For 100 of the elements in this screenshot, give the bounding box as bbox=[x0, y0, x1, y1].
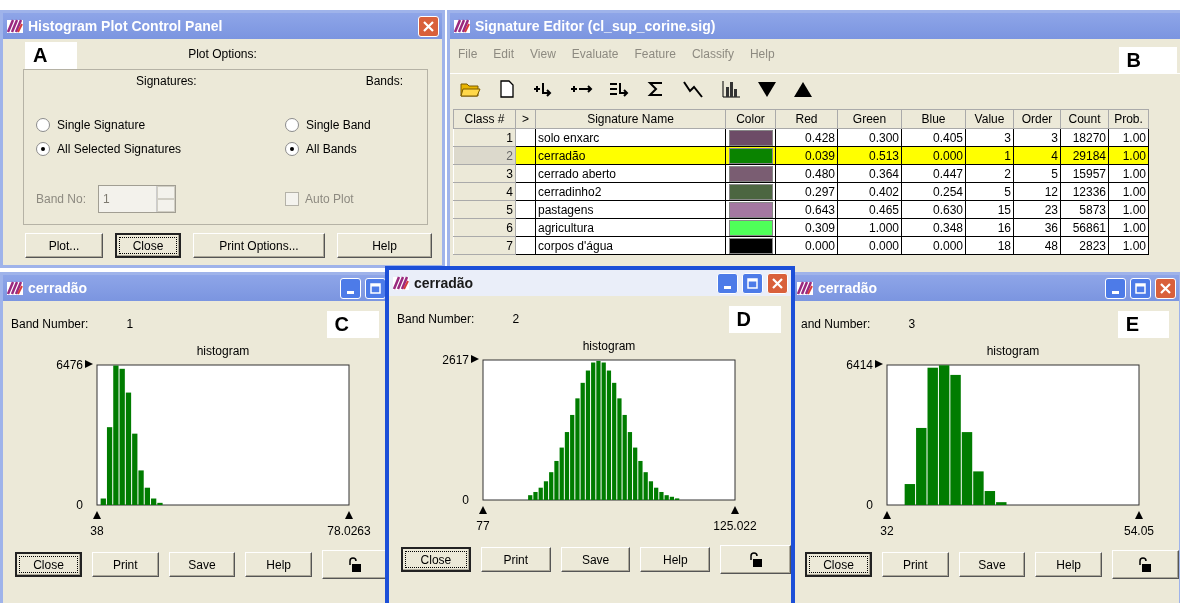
color-swatch[interactable] bbox=[728, 201, 773, 218]
axis-label: 54.05 bbox=[1124, 524, 1154, 538]
dialog-button[interactable]: Print bbox=[91, 552, 159, 577]
color-swatch[interactable] bbox=[728, 129, 773, 146]
axis-label: 77 bbox=[476, 519, 490, 533]
color-swatch[interactable] bbox=[728, 183, 773, 200]
table-cell: 1 bbox=[1004, 148, 1011, 163]
range-marker-icon[interactable] bbox=[345, 511, 353, 519]
maximize-button[interactable] bbox=[1130, 277, 1151, 299]
axis-label: 32 bbox=[880, 524, 894, 538]
close-button[interactable] bbox=[767, 272, 788, 294]
table-row[interactable]: 6 agricultura 0.309 1.000 0.348 16 36 56861 1.00 bbox=[453, 218, 1149, 237]
column-header[interactable]: Color bbox=[725, 109, 776, 129]
range-marker-icon[interactable] bbox=[479, 506, 487, 514]
color-swatch[interactable] bbox=[728, 165, 773, 182]
table-cell: 16 bbox=[997, 220, 1011, 235]
row-header[interactable]: 5 bbox=[506, 202, 513, 217]
range-marker-icon[interactable] bbox=[731, 506, 739, 514]
column-header[interactable]: Count bbox=[1060, 109, 1109, 129]
column-header[interactable]: Prob. bbox=[1108, 109, 1149, 129]
column-header[interactable]: Blue bbox=[901, 109, 966, 129]
radio-label[interactable]: Single Signature bbox=[57, 118, 146, 133]
radio-label[interactable]: Single Band bbox=[306, 118, 371, 133]
color-swatch[interactable] bbox=[728, 237, 773, 254]
dialog-button[interactable]: Help bbox=[245, 552, 312, 577]
maximize-button[interactable] bbox=[742, 272, 763, 294]
table-cell: 0.254 bbox=[932, 184, 963, 199]
column-header[interactable]: Order bbox=[1013, 109, 1061, 129]
range-marker-icon[interactable] bbox=[85, 360, 93, 368]
dialog-button[interactable]: Print bbox=[480, 547, 551, 572]
column-header[interactable]: Signature Name bbox=[535, 109, 726, 129]
field-label: Band No: bbox=[36, 192, 87, 207]
close-button[interactable] bbox=[1155, 277, 1176, 299]
table-row[interactable]: 1 solo enxarc 0.428 0.300 0.405 3 3 18270 1.00 bbox=[453, 128, 1149, 147]
dialog-button[interactable]: Help bbox=[640, 547, 711, 572]
column-header[interactable]: Value bbox=[965, 109, 1014, 129]
column-header[interactable]: Class # bbox=[453, 109, 516, 129]
dialog-button[interactable]: Plot... bbox=[25, 233, 103, 258]
radio-button[interactable] bbox=[36, 142, 50, 157]
range-marker-icon[interactable] bbox=[875, 360, 883, 368]
axis-label: 0 bbox=[76, 498, 83, 512]
radio-button[interactable] bbox=[36, 118, 50, 133]
table-cell: 3 bbox=[1004, 130, 1011, 145]
range-marker-icon[interactable] bbox=[883, 511, 891, 519]
table-row[interactable]: 3 cerrado aberto 0.480 0.364 0.447 2 5 15957 1.00 bbox=[453, 164, 1149, 183]
range-marker-icon[interactable] bbox=[93, 511, 101, 519]
dialog-button[interactable]: Print bbox=[881, 552, 949, 577]
dialog-button[interactable]: Save bbox=[958, 552, 1026, 577]
lock-button[interactable] bbox=[720, 545, 791, 574]
dialog-button[interactable]: Close bbox=[15, 552, 82, 577]
maximize-icon bbox=[370, 282, 381, 294]
radio-button[interactable] bbox=[285, 142, 299, 157]
line-plot-icon[interactable] bbox=[682, 79, 706, 99]
dialog-button[interactable]: Save bbox=[168, 552, 236, 577]
histogram-icon[interactable] bbox=[720, 79, 742, 99]
dialog-button[interactable]: Save bbox=[560, 547, 631, 572]
table-cell: 1.00 bbox=[1122, 130, 1146, 145]
dialog-button[interactable]: Close bbox=[401, 547, 471, 572]
table-cell: 4 bbox=[1051, 148, 1058, 163]
table-cell: 0.447 bbox=[932, 166, 963, 181]
minimize-button[interactable] bbox=[1105, 277, 1126, 299]
color-swatch[interactable] bbox=[728, 147, 773, 164]
close-button[interactable] bbox=[418, 15, 439, 37]
row-header[interactable]: 4 bbox=[506, 184, 513, 199]
dialog-button[interactable]: Close bbox=[115, 233, 181, 258]
row-header[interactable]: 6 bbox=[506, 220, 513, 235]
row-header[interactable]: 1 bbox=[506, 130, 513, 145]
minimize-icon bbox=[1112, 290, 1119, 294]
dialog-button[interactable]: Help bbox=[1035, 552, 1102, 577]
lock-button[interactable] bbox=[1112, 550, 1179, 579]
row-header[interactable]: 2 bbox=[506, 148, 513, 163]
table-cell: 0.000 bbox=[804, 238, 835, 253]
radio-label[interactable]: All Selected Signatures bbox=[57, 142, 182, 157]
row-header[interactable]: 3 bbox=[506, 166, 513, 181]
minimize-button[interactable] bbox=[717, 272, 738, 294]
dialog-button[interactable]: Help bbox=[337, 233, 432, 258]
table-row[interactable]: 7 corpos d'água 0.000 0.000 0.000 18 48 2823 1.00 bbox=[453, 236, 1149, 255]
range-marker-icon[interactable] bbox=[1135, 511, 1143, 519]
table-cell: 0.000 bbox=[868, 238, 899, 253]
radio-button[interactable] bbox=[285, 118, 299, 133]
radio-label[interactable]: All Bands bbox=[306, 142, 357, 157]
table-cell: 0.428 bbox=[804, 130, 835, 145]
column-header[interactable]: Green bbox=[837, 109, 902, 129]
table-cell: 1.000 bbox=[868, 220, 899, 235]
table-cell: 2 bbox=[1004, 166, 1011, 181]
maximize-button[interactable] bbox=[365, 277, 386, 299]
dialog-button[interactable]: Close bbox=[805, 552, 872, 577]
row-header[interactable]: 7 bbox=[506, 238, 513, 253]
table-row[interactable]: 4 cerradinho2 0.297 0.402 0.254 5 12 12336 1.00 bbox=[453, 182, 1149, 201]
table-cell: 29184 bbox=[1072, 148, 1106, 163]
table-cell: 0.297 bbox=[804, 184, 835, 199]
minimize-button[interactable] bbox=[340, 277, 361, 299]
table-cell: 15 bbox=[997, 202, 1011, 217]
range-marker-icon[interactable] bbox=[471, 355, 479, 363]
color-swatch[interactable] bbox=[728, 219, 773, 236]
table-cell: 56861 bbox=[1072, 220, 1106, 235]
column-header[interactable]: Red bbox=[775, 109, 838, 129]
dialog-button[interactable]: Print Options... bbox=[193, 233, 325, 258]
down-triangle-icon[interactable] bbox=[756, 79, 778, 99]
table-row[interactable]: 5 pastagens 0.643 0.465 0.630 15 23 5873 1.00 bbox=[453, 200, 1149, 219]
